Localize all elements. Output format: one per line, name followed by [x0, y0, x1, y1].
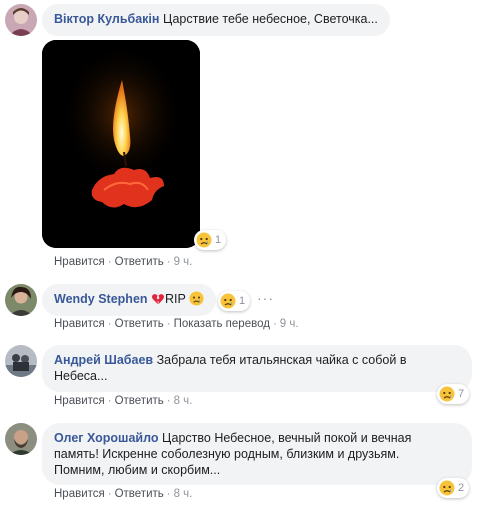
- reply-link[interactable]: Ответить: [115, 318, 164, 330]
- sad-reaction-icon: [439, 386, 455, 402]
- reaction-badge[interactable]: 2: [437, 478, 470, 498]
- timestamp[interactable]: 8 ч.: [174, 395, 193, 407]
- avatar[interactable]: [5, 345, 37, 377]
- avatar[interactable]: [5, 284, 37, 316]
- like-link[interactable]: Нравится: [54, 488, 105, 500]
- comment-text: Забрала тебя итальянская чайка с собой в: [156, 353, 407, 367]
- avatar[interactable]: [5, 4, 37, 36]
- timestamp[interactable]: 9 ч.: [280, 318, 299, 330]
- comment-actions: Нравится · Ответить · Показать перевод · 9 ч.: [54, 318, 299, 330]
- like-link[interactable]: Нравится: [54, 395, 105, 407]
- like-link[interactable]: Нравится: [54, 256, 105, 268]
- comment-photo[interactable]: [42, 40, 200, 248]
- reply-link[interactable]: Ответить: [115, 488, 164, 500]
- comment-text-line: Помним, любим и скорбим...: [54, 463, 221, 477]
- sad-reaction-icon: [439, 480, 455, 496]
- comment-author[interactable]: Андрей Шабаев: [54, 353, 153, 367]
- reaction-badge[interactable]: 1: [194, 230, 227, 250]
- comment-author[interactable]: Віктор Кульбакін: [54, 12, 159, 26]
- reaction-count: 7: [458, 388, 465, 400]
- comment-author[interactable]: Wendy Stephen: [54, 292, 148, 306]
- sad-reaction-icon: [196, 232, 212, 248]
- comment-author[interactable]: Олег Хорошайло: [54, 431, 159, 445]
- like-link[interactable]: Нравится: [54, 318, 105, 330]
- comment-text-line: память! Искренне соболезную родным, близ…: [54, 447, 400, 461]
- reply-link[interactable]: Ответить: [115, 256, 164, 268]
- comment-bubble: Олег Хорошайло Царство Небесное, вечный …: [42, 423, 472, 485]
- comment-text: Царство Небесное, вечный покой и вечная: [162, 431, 412, 445]
- comment-actions: Нравится · Ответить · 8 ч.: [54, 488, 193, 500]
- comment-actions: Нравится · Ответить · 9 ч.: [54, 256, 193, 268]
- reaction-badge[interactable]: 1: [218, 291, 251, 311]
- comment-text-line: Небеса...: [54, 369, 108, 383]
- reaction-badge[interactable]: 7: [437, 384, 470, 404]
- sad-emoji-icon: [189, 291, 204, 306]
- comment-text: RIP: [165, 292, 186, 306]
- avatar[interactable]: [5, 423, 37, 455]
- sad-reaction-icon: [220, 293, 236, 309]
- reply-link[interactable]: Ответить: [115, 395, 164, 407]
- comment-bubble: Андрей Шабаев Забрала тебя итальянская ч…: [42, 345, 472, 392]
- more-options-icon[interactable]: ···: [257, 290, 274, 306]
- timestamp[interactable]: 8 ч.: [174, 488, 193, 500]
- comment-bubble: Віктор Кульбакін Царствие тебе небесное,…: [42, 4, 390, 36]
- comment-text: Царствие тебе небесное, Светочка...: [162, 12, 378, 26]
- timestamp[interactable]: 9 ч.: [174, 256, 193, 268]
- reaction-count: 2: [458, 482, 465, 494]
- comment-actions: Нравится · Ответить · 8 ч.: [54, 395, 193, 407]
- translate-link[interactable]: Показать перевод: [174, 318, 270, 330]
- comment-bubble: Wendy Stephen RIP: [42, 284, 217, 316]
- reaction-count: 1: [215, 234, 222, 246]
- broken-heart-icon: [151, 294, 165, 305]
- reaction-count: 1: [239, 295, 246, 307]
